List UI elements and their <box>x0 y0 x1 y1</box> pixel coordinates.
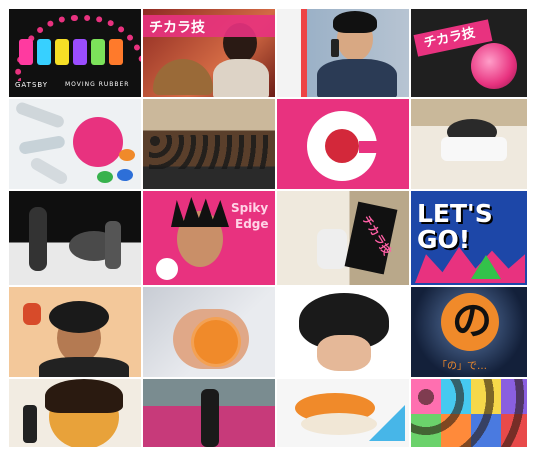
tile-big-g-logo <box>276 98 410 190</box>
photo-collage-grid: GATSBY MOVING RUBBER チカラ技 チカラ技 Spiky Edg… <box>8 8 528 448</box>
musician <box>105 221 121 269</box>
tile-gatsby-product-lineup: GATSBY MOVING RUBBER <box>8 8 142 98</box>
tile-lets-go: LET'S GO! <box>410 190 528 286</box>
no-character: の <box>452 298 492 344</box>
face-dots <box>411 379 527 447</box>
tube-1 <box>14 100 66 130</box>
person-shape <box>317 229 347 269</box>
tile-pink-arena <box>142 378 276 448</box>
tile-spiky-edge: Spiky Edge <box>142 190 276 286</box>
orange-cap <box>119 149 135 161</box>
lets-go-title: LET'S GO! <box>417 199 493 254</box>
tile-paint-tubes <box>8 98 142 190</box>
pink-ball-icon <box>471 43 517 89</box>
tile-pastel-discs <box>276 378 410 448</box>
g-logo-inner <box>325 129 359 163</box>
tile-chikara-waza-logo: チカラ技 <box>410 8 528 98</box>
phone-icon <box>331 39 339 57</box>
product-jars-row <box>19 39 139 69</box>
afro-hair <box>49 301 109 333</box>
chikara-waza-title: チカラ技 <box>149 20 205 36</box>
brand-subtext: MOVING RUBBER <box>65 81 130 88</box>
spiky-title: Spiky <box>231 201 269 215</box>
pink-g-disc <box>73 117 123 167</box>
orange-g-disc <box>191 317 241 367</box>
guitarist <box>29 207 47 271</box>
green-cap <box>97 171 113 183</box>
g-badge-icon <box>153 255 181 283</box>
tile-cartoon-face <box>8 378 142 448</box>
tile-hand-holding-g <box>142 286 276 378</box>
tile-color-portraits <box>410 378 528 448</box>
audience-heads-row <box>149 135 271 169</box>
tile-room-poster: チカラ技 <box>276 190 410 286</box>
raised-fist <box>23 303 41 325</box>
brand-text: GATSBY <box>15 81 49 89</box>
tube-2 <box>18 135 66 155</box>
tube-3 <box>28 155 70 187</box>
tile-no-logo: の 「の」で… <box>410 286 528 378</box>
cream-disc <box>301 413 377 435</box>
tile-man-on-phone <box>276 8 410 98</box>
edge-title: Edge <box>235 217 269 231</box>
face-shape <box>317 335 371 371</box>
no-subtitle: 「の」で… <box>437 361 487 372</box>
person-silhouette <box>201 389 219 447</box>
tile-audience <box>142 98 276 190</box>
tile-person-on-floor <box>410 98 528 190</box>
tile-cheering-man <box>8 286 142 378</box>
blue-cap <box>117 169 133 181</box>
tile-head-in-hands <box>276 286 410 378</box>
mini-figure <box>23 405 37 443</box>
tile-chikara-waza-man: チカラ技 <box>142 8 276 98</box>
tile-band-on-stage <box>8 190 142 286</box>
